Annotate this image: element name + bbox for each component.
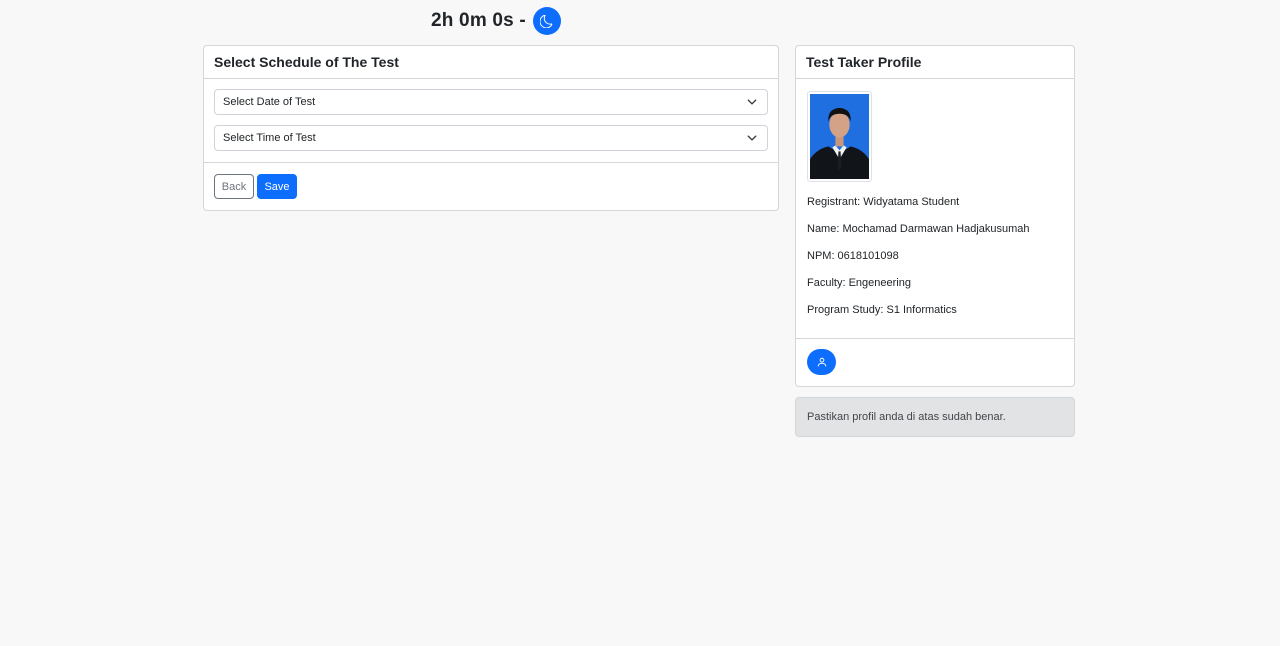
schedule-card-title: Select Schedule of The Test: [204, 46, 778, 79]
time-select-value: Select Time of Test: [223, 132, 316, 144]
chevron-down-icon: [747, 99, 757, 105]
date-select-value: Select Date of Test: [223, 96, 316, 108]
profile-card-title: Test Taker Profile: [796, 46, 1074, 79]
profile-card: Test Taker Profile Registrant: Widyatama…: [795, 45, 1075, 387]
time-select[interactable]: Select Time of Test: [214, 125, 768, 151]
schedule-actions: Back Save: [204, 163, 778, 210]
theme-toggle-button[interactable]: [532, 7, 561, 35]
user-icon: [817, 357, 826, 367]
program-study-text: Program Study: S1 Informatics: [807, 304, 957, 316]
timer-bar: 2h 0m 0s -: [431, 7, 561, 35]
chevron-down-icon: [747, 135, 757, 141]
date-select[interactable]: Select Date of Test: [214, 89, 768, 115]
npm-text: NPM: 0618101098: [807, 250, 899, 262]
profile-photo-image: [810, 94, 869, 179]
save-button[interactable]: Save: [257, 174, 297, 199]
schedule-card: Select Schedule of The Test Select Date …: [203, 45, 779, 211]
moon-icon: [540, 14, 553, 28]
edit-profile-button[interactable]: [807, 349, 836, 375]
profile-actions: [796, 339, 1074, 385]
name-text: Name: Mochamad Darmawan Hadjakusumah: [807, 223, 1030, 235]
profile-photo: [807, 91, 872, 182]
profile-confirm-alert: Pastikan profil anda di atas sudah benar…: [795, 397, 1075, 437]
registrant-text: Registrant: Widyatama Student: [807, 196, 960, 208]
profile-details: Registrant: Widyatama Student Name: Moch…: [796, 79, 1074, 339]
alert-text: Pastikan profil anda di atas sudah benar…: [807, 411, 1006, 423]
schedule-form: Select Date of Test Select Time of Test: [204, 79, 778, 163]
countdown-timer: 2h 0m 0s -: [431, 10, 526, 31]
faculty-text: Faculty: Engeneering: [807, 277, 911, 289]
back-button[interactable]: Back: [214, 174, 254, 199]
